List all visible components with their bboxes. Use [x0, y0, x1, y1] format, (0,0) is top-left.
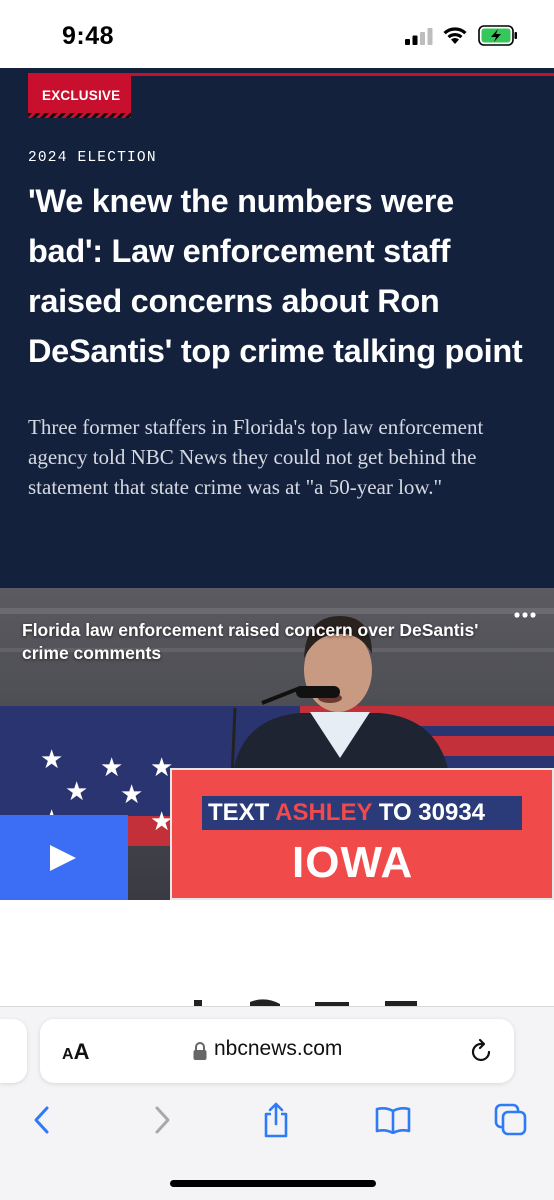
exclusive-badge: EXCLUSIVE — [28, 76, 131, 118]
svg-text:★: ★ — [40, 745, 63, 775]
share-icon — [264, 1102, 288, 1138]
svg-text:★: ★ — [100, 753, 123, 783]
svg-text:★: ★ — [65, 777, 88, 807]
article-headline: 'We knew the numbers were bad': Law enfo… — [28, 183, 523, 369]
tabs-icon — [494, 1103, 527, 1136]
article-dek: Three former staffers in Florida's top l… — [28, 415, 484, 499]
svg-text:★: ★ — [120, 780, 143, 810]
sign-text-line: TEXT ASHLEY TO 30934 — [202, 796, 522, 830]
sign-name: ASHLEY — [275, 799, 373, 826]
forward-icon — [155, 1106, 170, 1134]
battery-icon — [478, 25, 517, 46]
tabs-button[interactable] — [491, 1100, 531, 1140]
reader-aa-button[interactable]: AA — [62, 1039, 89, 1065]
address-bar[interactable]: AA nbcnews.com — [40, 1019, 514, 1083]
sign-suffix: TO 30934 — [372, 799, 486, 826]
podium-sign: TEXT ASHLEY TO 30934 IOWA — [170, 768, 554, 900]
sign-state: IOWA — [292, 838, 414, 887]
url-text: nbcnews.com — [214, 1037, 343, 1060]
section-label[interactable]: 2024 ELECTION — [28, 150, 157, 166]
sign-prefix: TEXT — [208, 799, 276, 826]
reload-icon[interactable] — [470, 1038, 494, 1064]
share-button[interactable] — [256, 1100, 296, 1140]
status-time: 9:48 — [62, 22, 115, 50]
bookmarks-button[interactable] — [373, 1100, 413, 1140]
previous-tab-peek[interactable] — [0, 1019, 27, 1083]
back-icon — [34, 1106, 49, 1134]
aa-small: A — [62, 1046, 74, 1063]
badge-hatch — [28, 113, 131, 118]
video-title: Florida law enforcement raised concern o… — [22, 620, 479, 663]
signal-icon — [405, 28, 433, 45]
exclusive-badge-label: EXCLUSIVE — [42, 88, 121, 103]
video-player[interactable]: ★ ★ ★ ★ ★ ★ ★ TEXT ASHLEY TO 30934 IOWA … — [0, 588, 554, 900]
play-button[interactable] — [0, 815, 128, 900]
bookmarks-icon — [375, 1107, 411, 1134]
status-bar: 9:48 — [0, 0, 554, 68]
play-icon — [50, 845, 76, 871]
article-header: EXCLUSIVE 2024 ELECTION 'We knew the num… — [0, 68, 554, 588]
aa-big: A — [73, 1039, 90, 1064]
more-icon[interactable] — [510, 608, 540, 622]
home-indicator — [170, 1180, 376, 1187]
back-button[interactable] — [22, 1100, 62, 1140]
lock-icon — [193, 1042, 207, 1060]
wifi-icon — [443, 27, 467, 44]
forward-button[interactable] — [142, 1100, 182, 1140]
